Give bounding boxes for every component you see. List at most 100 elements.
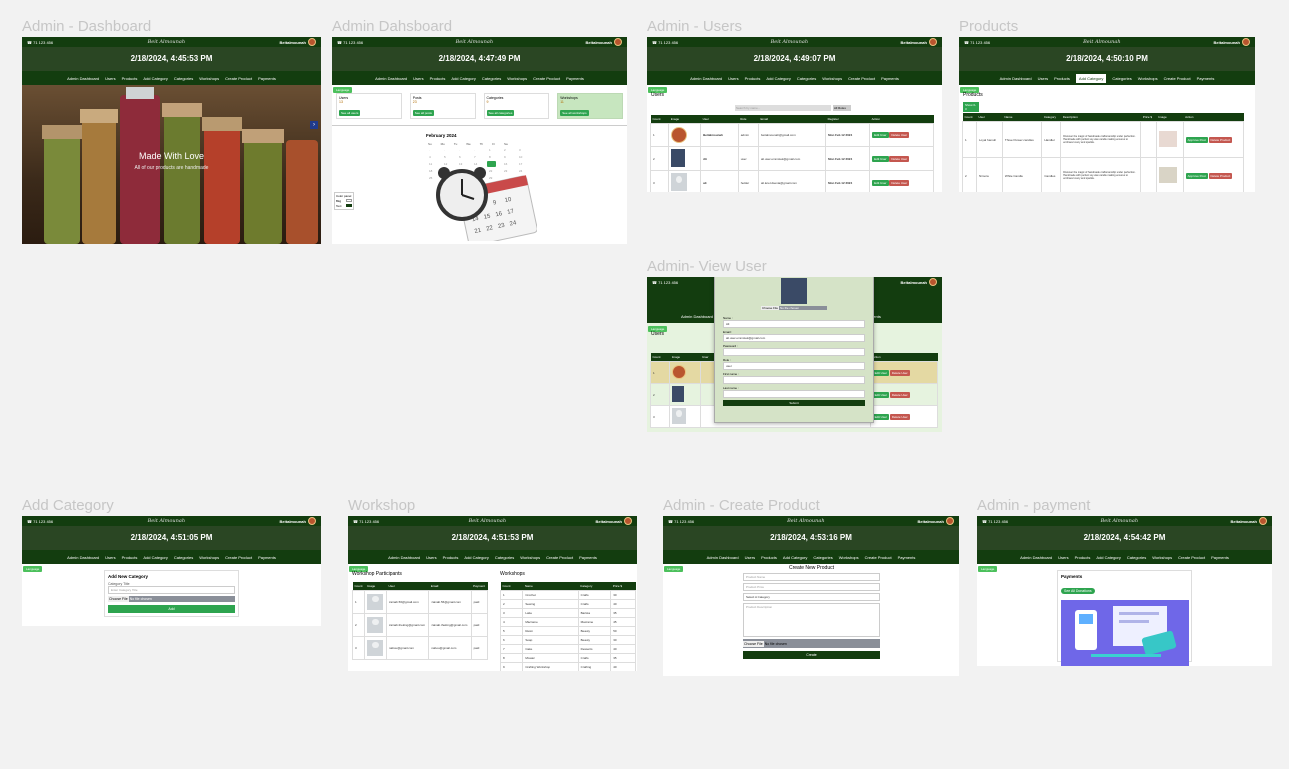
nav-create-product[interactable]: Create Product	[865, 555, 892, 560]
see-all-posts-button[interactable]: See all posts	[412, 110, 434, 116]
nav-admin-dashboard[interactable]: Admin Dashboard	[681, 314, 713, 319]
see-all-users-button[interactable]: See all users	[339, 110, 361, 116]
nav-workshops[interactable]: Workshops	[1152, 555, 1172, 560]
nav-admin-dashboard[interactable]: Admin Dashboard	[67, 555, 99, 560]
nav-admin-dashboard[interactable]: Admin Dashboard	[1020, 555, 1052, 560]
see-all-workshops-button[interactable]: See all workshops	[560, 110, 589, 116]
nav-workshops[interactable]: Workshops	[822, 76, 842, 81]
nav-admin-dashboard[interactable]: Admin Dashboard	[375, 76, 407, 81]
edit-user-button[interactable]: Edit User	[872, 391, 889, 398]
user-menu[interactable]: Beitalmounah	[596, 517, 632, 525]
nav-create-product[interactable]: Create Product	[546, 555, 573, 560]
product-price-input[interactable]: Product Price	[743, 583, 880, 591]
delete-user-button[interactable]: Delete User	[889, 391, 910, 398]
nav-products[interactable]: Products	[745, 76, 761, 81]
user-menu[interactable]: Beitalmounah	[901, 278, 937, 286]
file-upload[interactable]: Choose File No file chosen	[743, 639, 880, 648]
role-filter[interactable]: All Roles	[833, 105, 851, 111]
password-field[interactable]	[723, 348, 865, 356]
edit-user-button[interactable]: Edit User	[872, 132, 889, 138]
nav-workshops[interactable]: Workshops	[520, 555, 540, 560]
category-title-input[interactable]: Enter Category Title	[108, 586, 235, 594]
approve-post-button[interactable]: Approve Post	[1185, 136, 1208, 143]
nav-products[interactable]: Products	[1075, 555, 1091, 560]
nav-admin-dashboard[interactable]: Admin Dashboard	[67, 76, 99, 81]
nav-workshops[interactable]: Workshops	[839, 555, 859, 560]
role-field[interactable]: user	[723, 362, 865, 370]
delete-product-button[interactable]: Delete Product	[1208, 172, 1233, 179]
nav-payments[interactable]: Payments	[258, 76, 276, 81]
nav-categories[interactable]: Categories	[174, 76, 193, 81]
user-menu[interactable]: Beitalmounah	[918, 517, 954, 525]
delete-user-button[interactable]: Delete User	[889, 369, 910, 376]
product-description-input[interactable]: Product Description	[743, 603, 880, 637]
delete-user-button[interactable]: Delete User	[889, 413, 910, 420]
delete-user-button[interactable]: Delete User	[889, 179, 910, 186]
language-button[interactable]: Language	[978, 566, 998, 572]
nav-admin-dashboard[interactable]: Admin Dashboard	[388, 555, 420, 560]
nav-users[interactable]: Users	[413, 76, 423, 81]
edit-user-button[interactable]: Edit User	[872, 155, 889, 162]
nav-payments[interactable]: Payments	[258, 555, 276, 560]
nav-categories[interactable]: Categories	[482, 76, 501, 81]
user-menu[interactable]: Beitalmounah	[901, 38, 937, 46]
nav-admin-dashboard[interactable]: Admin Dashboard	[1000, 76, 1032, 81]
nav-users[interactable]: Users	[105, 555, 115, 560]
nav-products[interactable]: Products	[122, 555, 138, 560]
nav-categories[interactable]: Categories	[495, 555, 514, 560]
color-swatch[interactable]	[346, 204, 352, 207]
delete-user-button[interactable]: Delete User	[889, 155, 910, 162]
choose-file-button[interactable]: Choose File	[743, 640, 764, 647]
nav-products[interactable]: Products	[122, 76, 138, 81]
delete-product-button[interactable]: Delete Product	[1208, 136, 1233, 143]
show-count-button[interactable]: Show 0-3	[963, 102, 979, 112]
nav-products[interactable]: Products	[430, 76, 446, 81]
nav-add-category[interactable]: Add Category	[451, 76, 475, 81]
user-menu[interactable]: Beitalmounah	[280, 38, 316, 46]
add-button[interactable]: Add	[108, 605, 235, 613]
nav-payments[interactable]: Payments	[898, 555, 916, 560]
user-menu[interactable]: Beitalmounah	[280, 517, 316, 525]
see-all-categories-button[interactable]: See all categories	[486, 110, 515, 116]
approve-post-button[interactable]: Approve Post	[1185, 172, 1208, 179]
nav-products[interactable]: Products	[1054, 76, 1070, 81]
nav-create-product[interactable]: Create Product	[1164, 76, 1191, 81]
nav-payments[interactable]: Payments	[881, 76, 899, 81]
nav-add-category[interactable]: Add Category	[143, 555, 167, 560]
nav-users[interactable]: Users	[1038, 76, 1048, 81]
email-field[interactable]: ali.user.emmstek@gmail.com	[723, 334, 865, 342]
nav-workshops[interactable]: Workshops	[199, 555, 219, 560]
nav-users[interactable]: Users	[1058, 555, 1068, 560]
category-select[interactable]: Select A Category	[743, 593, 880, 601]
nav-create-product[interactable]: Create Product	[533, 76, 560, 81]
nav-payments[interactable]: Payments	[1211, 555, 1229, 560]
nav-workshops[interactable]: Workshops	[1138, 76, 1158, 81]
nav-admin-dashboard[interactable]: Admin Dashboard	[690, 76, 722, 81]
delete-user-button[interactable]: Delete User	[889, 132, 910, 138]
last-name-field[interactable]	[723, 390, 865, 398]
nav-users[interactable]: Users	[426, 555, 436, 560]
nav-products[interactable]: Products	[443, 555, 459, 560]
nav-workshops[interactable]: Workshops	[199, 76, 219, 81]
nav-add-category[interactable]: Add Category	[766, 76, 790, 81]
edit-user-button[interactable]: Edit User	[872, 369, 889, 376]
nav-workshops[interactable]: Workshops	[507, 76, 527, 81]
nav-add-category[interactable]: Add Category	[783, 555, 807, 560]
nav-categories[interactable]: Categories	[1112, 76, 1131, 81]
user-menu[interactable]: Beitalmounah	[1231, 517, 1267, 525]
nav-users[interactable]: Users	[745, 555, 755, 560]
nav-create-product[interactable]: Create Product	[225, 76, 252, 81]
nav-categories[interactable]: Categories	[797, 76, 816, 81]
edit-user-button[interactable]: Edit User	[872, 413, 889, 420]
nav-payments[interactable]: Payments	[579, 555, 597, 560]
language-button[interactable]: Language	[664, 566, 684, 572]
create-button[interactable]: Create	[743, 651, 880, 659]
nav-categories[interactable]: Categories	[1127, 555, 1146, 560]
name-field[interactable]: Ali	[723, 320, 865, 328]
language-button[interactable]: Language	[23, 566, 43, 572]
product-name-input[interactable]: Product Name	[743, 573, 880, 581]
nav-add-category[interactable]: Add Category	[143, 76, 167, 81]
see-all-donations-button[interactable]: See All Donations	[1061, 588, 1095, 594]
nav-payments[interactable]: Payments	[566, 76, 584, 81]
nav-add-category[interactable]: Add Category	[1075, 73, 1107, 83]
